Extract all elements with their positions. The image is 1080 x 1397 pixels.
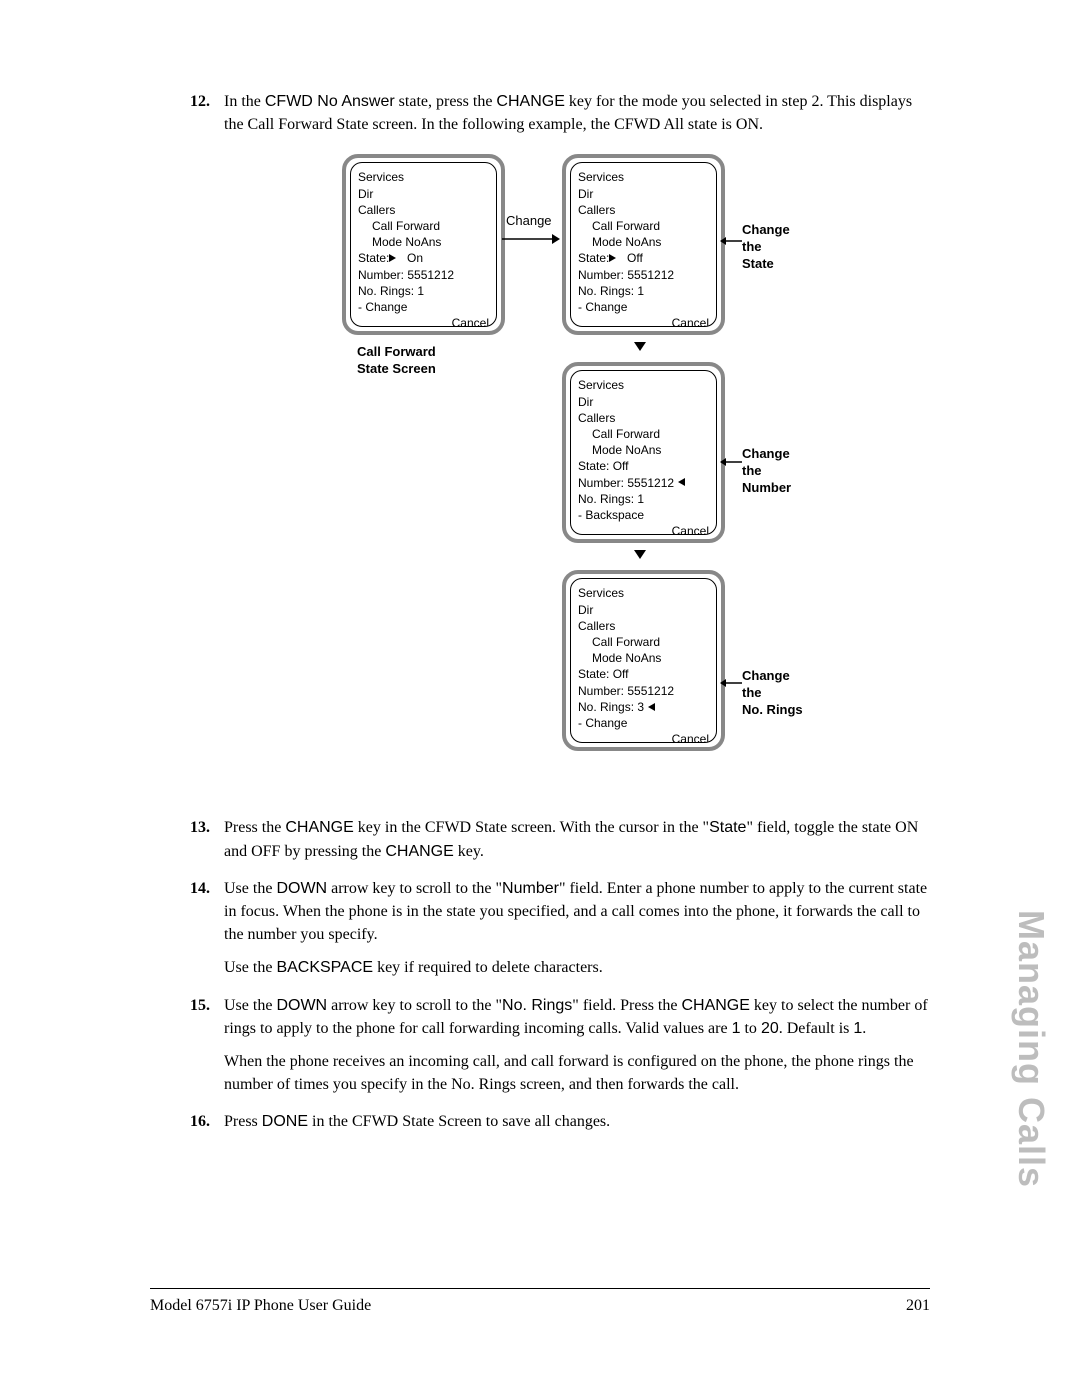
down-arrow-icon xyxy=(634,550,646,559)
footer-title: Model 6757i IP Phone User Guide xyxy=(150,1297,371,1315)
t: CFWD No Answer xyxy=(265,93,395,110)
step-14: Use the DOWN arrow key to scroll to the … xyxy=(190,877,930,980)
step-15: Use the DOWN arrow key to scroll to the … xyxy=(190,994,930,1097)
arrow-left-icon xyxy=(720,678,742,688)
state-screen-caption: Call Forward State Screen xyxy=(357,344,436,378)
step-12: In the CFWD No Answer state, press the C… xyxy=(190,90,930,794)
phone-screen-state-off: Services Dir Callers Call Forward Mode N… xyxy=(562,154,725,335)
t: state, press the xyxy=(395,93,497,110)
diagram: Services Dir Callers Call Forward Mode N… xyxy=(342,154,812,794)
instruction-list: In the CFWD No Answer state, press the C… xyxy=(190,90,930,1133)
arrow-left-icon xyxy=(720,236,742,246)
page-footer: Model 6757i IP Phone User Guide 201 xyxy=(150,1288,930,1315)
phone-screen-state-on: Services Dir Callers Call Forward Mode N… xyxy=(342,154,505,335)
arrow-left-icon xyxy=(720,457,742,467)
step-15-note: When the phone receives an incoming call… xyxy=(224,1050,930,1096)
phone-screen-number: Services Dir Callers Call Forward Mode N… xyxy=(562,362,725,543)
step-14-backspace-note: Use the BACKSPACE key if required to del… xyxy=(224,956,930,979)
change-number-caption: Change the Number xyxy=(742,446,812,497)
screen-inner: Services Dir Callers Call Forward Mode N… xyxy=(350,162,497,327)
cursor-left-icon xyxy=(648,703,655,711)
step-12-text: In the CFWD No Answer state, press the C… xyxy=(224,93,912,133)
page-number: 201 xyxy=(906,1297,930,1315)
t: In the xyxy=(224,93,265,110)
change-state-caption: Change the State xyxy=(742,222,812,273)
step-13: Press the CHANGE key in the CFWD State s… xyxy=(190,816,930,862)
cursor-icon xyxy=(609,254,616,262)
cursor-icon xyxy=(389,254,396,262)
phone-screen-rings: Services Dir Callers Call Forward Mode N… xyxy=(562,570,725,751)
section-tab: Managing Calls xyxy=(1010,910,1052,1188)
down-arrow-icon xyxy=(634,342,646,351)
t: CHANGE xyxy=(496,93,564,110)
cursor-left-icon xyxy=(678,478,685,486)
connector-label: Change xyxy=(506,212,552,230)
change-rings-caption: Change the No. Rings xyxy=(742,668,812,719)
arrow-right-icon xyxy=(502,232,560,246)
step-16: Press DONE in the CFWD State Screen to s… xyxy=(190,1110,930,1133)
